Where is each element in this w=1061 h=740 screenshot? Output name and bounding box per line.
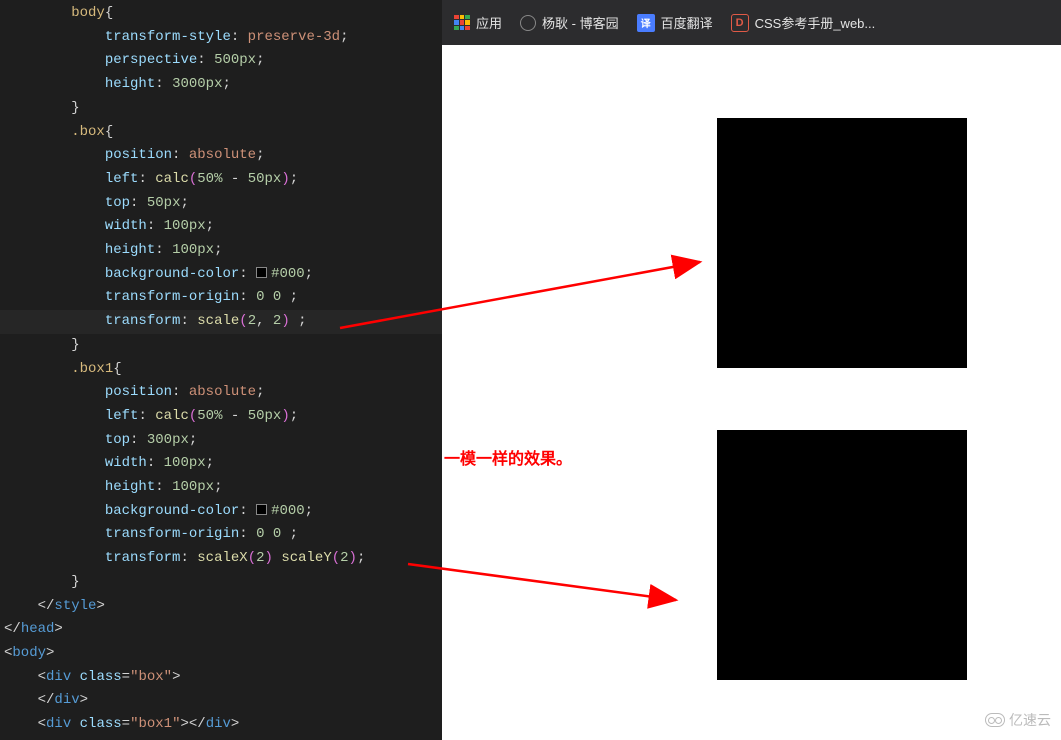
code-line[interactable]: </head> [0, 618, 442, 642]
rendered-box1 [717, 430, 967, 680]
code-line[interactable]: body{ [0, 2, 442, 26]
code-line[interactable]: transform-origin: 0 0 ; [0, 286, 442, 310]
code-line[interactable]: height: 100px; [0, 476, 442, 500]
code-line[interactable]: <div class="box1"></div> [0, 713, 442, 737]
code-line[interactable]: .box1{ [0, 358, 442, 382]
code-line[interactable]: width: 100px; [0, 452, 442, 476]
letter-d-icon: D [731, 14, 749, 32]
bookmark-blog[interactable]: 杨耿 - 博客园 [520, 13, 619, 32]
globe-icon [520, 15, 536, 31]
apps-grid-icon [454, 15, 470, 31]
code-line[interactable]: transform-style: preserve-3d; [0, 26, 442, 50]
code-line[interactable]: position: absolute; [0, 144, 442, 168]
code-editor[interactable]: body{ transform-style: preserve-3d; pers… [0, 0, 442, 740]
annotation-text: 一模一样的效果。 [444, 445, 572, 469]
code-line[interactable]: width: 100px; [0, 215, 442, 239]
code-line[interactable]: background-color: #000; [0, 500, 442, 524]
bookmark-apps[interactable]: 应用 [454, 13, 502, 32]
code-line[interactable]: </style> [0, 595, 442, 619]
translate-icon: 译 [637, 14, 655, 32]
bookmark-label: 杨耿 - 博客园 [542, 13, 619, 32]
code-line[interactable]: <div class="box"> [0, 666, 442, 690]
code-line[interactable]: height: 3000px; [0, 73, 442, 97]
code-line[interactable]: perspective: 500px; [0, 49, 442, 73]
code-line[interactable]: top: 50px; [0, 192, 442, 216]
bookmark-label: CSS参考手册_web... [755, 13, 876, 32]
code-line[interactable]: transform: scale(2, 2) ; [0, 310, 442, 334]
watermark-icon [985, 713, 1005, 727]
code-line[interactable]: background-color: #000; [0, 263, 442, 287]
bookmark-cssref[interactable]: D CSS参考手册_web... [731, 13, 876, 32]
code-line[interactable]: } [0, 97, 442, 121]
bookmark-label: 应用 [476, 13, 502, 32]
watermark-label: 亿速云 [1009, 710, 1051, 730]
code-line[interactable]: position: absolute; [0, 381, 442, 405]
color-swatch-icon [256, 504, 267, 515]
rendered-box [717, 118, 967, 368]
bookmark-label: 百度翻译 [661, 13, 713, 32]
code-line[interactable]: .box{ [0, 121, 442, 145]
color-swatch-icon [256, 267, 267, 278]
code-line[interactable]: height: 100px; [0, 239, 442, 263]
code-line[interactable]: top: 300px; [0, 429, 442, 453]
browser-pane: 应用 杨耿 - 博客园 译 百度翻译 D CSS参考手册_web... 一模一样… [442, 0, 1061, 740]
code-line[interactable]: } [0, 571, 442, 595]
code-line[interactable]: left: calc(50% - 50px); [0, 168, 442, 192]
bookmark-bar: 应用 杨耿 - 博客园 译 百度翻译 D CSS参考手册_web... [442, 0, 1061, 45]
code-line[interactable]: } [0, 334, 442, 358]
bookmark-translate[interactable]: 译 百度翻译 [637, 13, 713, 32]
code-line[interactable]: </div> [0, 689, 442, 713]
code-line[interactable]: <body> [0, 642, 442, 666]
code-line[interactable]: left: calc(50% - 50px); [0, 405, 442, 429]
code-line[interactable]: transform-origin: 0 0 ; [0, 523, 442, 547]
watermark: 亿速云 [985, 710, 1051, 730]
code-line[interactable]: transform: scaleX(2) scaleY(2); [0, 547, 442, 571]
preview-area: 一模一样的效果。 亿速云 [442, 45, 1061, 740]
